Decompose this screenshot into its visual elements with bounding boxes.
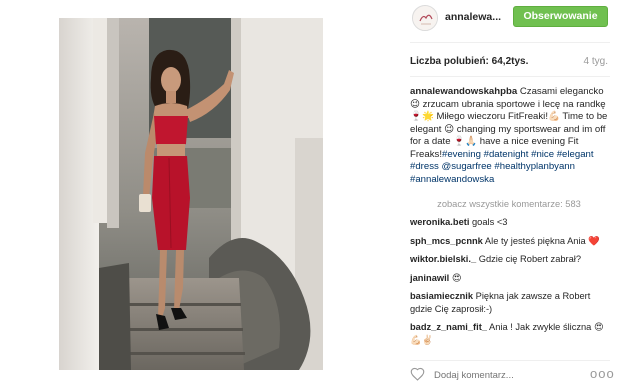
photo-illustration — [59, 18, 323, 370]
comments-list: weronika.beti goals <3 sph_mcs_pcnnk Ale… — [410, 216, 608, 352]
hashtag[interactable]: #nice — [531, 149, 554, 160]
hashtag[interactable]: #annalewandowska — [410, 174, 494, 185]
heart-icon[interactable] — [410, 367, 425, 381]
more-options-icon[interactable]: ooo — [590, 366, 615, 381]
comment-item: weronika.beti goals <3 — [410, 216, 608, 229]
post-side-panel: annalewa... Obserwowanie Liczba polubień… — [400, 0, 620, 387]
header-divider — [410, 42, 610, 43]
post-time[interactable]: 4 tyg. — [584, 56, 608, 67]
post-header: annalewa... Obserwowanie — [400, 0, 620, 42]
comment-item: sph_mcs_pcnnk Ale ty jesteś piękna Ania … — [410, 235, 608, 248]
comment-username[interactable]: basiamiecznik — [410, 291, 473, 301]
follow-button[interactable]: Obserwowanie — [513, 6, 608, 27]
header-username[interactable]: annalewa... — [445, 11, 501, 23]
view-all-comments-link[interactable]: zobacz wszystkie komentarze: 583 — [410, 199, 608, 209]
comment-username[interactable]: badz_z_nami_fit_ — [410, 322, 487, 332]
post-footer: ooo — [400, 362, 620, 387]
comment-item: basiamiecznik Piękna jak zawsze a Robert… — [410, 290, 608, 315]
hashtag[interactable]: #datenight — [484, 149, 529, 160]
caption-username[interactable]: annalewandowskahpba — [410, 86, 517, 97]
post-photo[interactable] — [59, 18, 323, 370]
comment-username[interactable]: sph_mcs_pcnnk — [410, 236, 483, 246]
comment-text: 😍 — [449, 272, 462, 283]
hashtag[interactable]: #dress — [410, 161, 439, 172]
comment-item: wiktor.bielski._ Gdzie cię Robert zabrał… — [410, 253, 608, 266]
instagram-post: annalewa... Obserwowanie Liczba polubień… — [0, 0, 620, 387]
avatar-icon[interactable] — [412, 5, 438, 31]
caption: annalewandowskahpba Czasami eleganckо 😉 … — [410, 86, 608, 186]
mention[interactable]: @sugarfree — [441, 161, 491, 172]
comment-text: Gdzie cię Robert zabrał? — [476, 254, 582, 264]
comment-username[interactable]: janinawil — [410, 273, 449, 283]
comment-username[interactable]: weronika.beti — [410, 217, 469, 227]
likes-row: Liczba polubień: 64,2tys. 4 tyg. — [410, 56, 610, 70]
comment-item: badz_z_nami_fit_ Ania ! Jak zwykle ślicz… — [410, 321, 608, 346]
hashtag[interactable]: #healthyplanbyann — [494, 161, 575, 172]
comment-username[interactable]: wiktor.bielski._ — [410, 254, 476, 264]
footer-divider — [410, 360, 610, 361]
likes-divider — [410, 76, 610, 77]
likes-count[interactable]: Liczba polubień: 64,2tys. — [410, 56, 528, 67]
comment-text: goals <3 — [469, 217, 508, 227]
comment-text: Ale ty jesteś piękna Ania ❤️ — [482, 235, 600, 246]
hashtag[interactable]: #elegant — [557, 149, 594, 160]
comment-item: janinawil 😍 — [410, 272, 608, 285]
hashtag[interactable]: #evening — [442, 149, 481, 160]
comment-input[interactable] — [434, 368, 584, 382]
